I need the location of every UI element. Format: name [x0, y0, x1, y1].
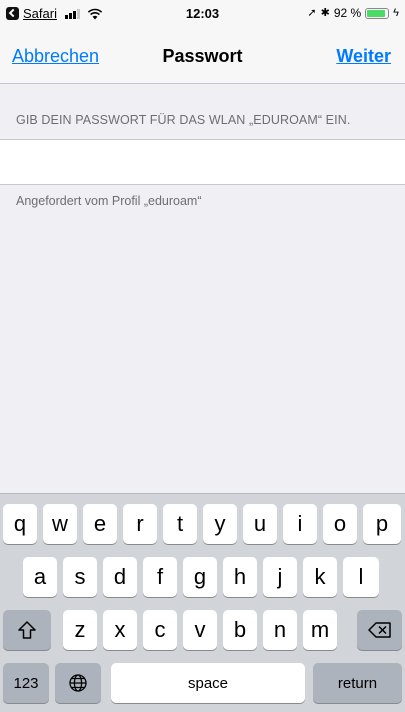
next-button[interactable]: Weiter [336, 46, 391, 67]
key-a[interactable]: a [23, 557, 57, 597]
key-i[interactable]: i [283, 504, 317, 544]
key-n[interactable]: n [263, 610, 297, 650]
section-footer: Angefordert vom Profil „eduroam“ [16, 194, 202, 208]
key-e[interactable]: e [83, 504, 117, 544]
key-m[interactable]: m [303, 610, 337, 650]
shift-key[interactable] [3, 610, 51, 650]
shift-icon [18, 621, 36, 639]
key-r[interactable]: r [123, 504, 157, 544]
key-d[interactable]: d [103, 557, 137, 597]
keyboard: q w e r t y u i o p a s d f g h j k l z … [0, 493, 405, 712]
key-q[interactable]: q [3, 504, 37, 544]
globe-key[interactable] [55, 663, 101, 703]
key-x[interactable]: x [103, 610, 137, 650]
delete-icon [367, 622, 391, 638]
key-o[interactable]: o [323, 504, 357, 544]
key-t[interactable]: t [163, 504, 197, 544]
return-key[interactable]: return [313, 663, 402, 703]
key-b[interactable]: b [223, 610, 257, 650]
key-c[interactable]: c [143, 610, 177, 650]
key-j[interactable]: j [263, 557, 297, 597]
delete-key[interactable] [357, 610, 402, 650]
key-f[interactable]: f [143, 557, 177, 597]
space-key[interactable]: space [111, 663, 305, 703]
key-z[interactable]: z [63, 610, 97, 650]
key-u[interactable]: u [243, 504, 277, 544]
key-k[interactable]: k [303, 557, 337, 597]
key-y[interactable]: y [203, 504, 237, 544]
battery-icon [365, 7, 390, 19]
battery-percent: 92 % [333, 6, 362, 20]
location-icon: ➚ [307, 7, 317, 19]
status-right: ➚ ✱ 92 % ϟ [307, 6, 399, 20]
key-g[interactable]: g [183, 557, 217, 597]
password-cell[interactable] [0, 139, 405, 185]
navigation-bar: Abbrechen Passwort Weiter [0, 28, 405, 84]
globe-icon [69, 674, 87, 692]
password-input[interactable] [16, 150, 386, 176]
status-bar: Safari 12:03 ➚ ✱ 92 % ϟ [0, 0, 405, 28]
key-v[interactable]: v [183, 610, 217, 650]
numbers-key[interactable]: 123 [3, 663, 49, 703]
key-h[interactable]: h [223, 557, 257, 597]
key-p[interactable]: p [363, 504, 401, 544]
section-header: GIB DEIN PASSWORT FÜR DAS WLAN „EDUROAM“… [16, 113, 351, 127]
key-w[interactable]: w [43, 504, 77, 544]
key-s[interactable]: s [63, 557, 97, 597]
bluetooth-icon: ✱ [320, 7, 330, 19]
key-l[interactable]: l [343, 557, 379, 597]
charging-icon: ϟ [393, 7, 399, 19]
